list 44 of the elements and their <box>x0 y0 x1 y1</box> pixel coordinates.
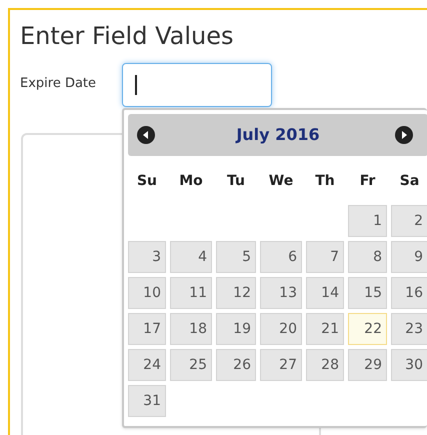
day-cell[interactable]: 26 <box>216 349 256 381</box>
day-cell[interactable]: 22 <box>348 313 387 345</box>
day-cell[interactable]: 21 <box>306 313 344 345</box>
day-cell[interactable]: 16 <box>391 277 427 309</box>
day-cell[interactable]: 14 <box>306 277 344 309</box>
day-cell[interactable]: 31 <box>128 385 166 417</box>
next-month-icon[interactable] <box>395 126 413 144</box>
day-cell[interactable]: 5 <box>216 241 256 273</box>
weekday-header: Tu <box>226 172 246 190</box>
day-cell[interactable]: 15 <box>348 277 387 309</box>
day-cell[interactable]: 28 <box>306 349 344 381</box>
day-cell[interactable]: 27 <box>260 349 302 381</box>
day-cell[interactable]: 7 <box>306 241 344 273</box>
day-cell[interactable]: 24 <box>128 349 166 381</box>
day-cell[interactable]: 13 <box>260 277 302 309</box>
day-cell[interactable]: 1 <box>348 205 387 237</box>
month-title: July 2016 <box>236 124 320 146</box>
day-cell[interactable]: 18 <box>170 313 212 345</box>
day-cell[interactable]: 17 <box>128 313 166 345</box>
weekday-header: We <box>268 172 294 190</box>
weekday-header: Fr <box>358 172 376 190</box>
day-cell[interactable]: 3 <box>128 241 166 273</box>
day-cell[interactable]: 2 <box>391 205 427 237</box>
day-cell[interactable]: 25 <box>170 349 212 381</box>
day-cell[interactable]: 11 <box>170 277 212 309</box>
previous-month-icon[interactable] <box>137 126 155 144</box>
weekday-header: Su <box>136 172 158 190</box>
day-cell[interactable]: 4 <box>170 241 212 273</box>
day-cell[interactable]: 19 <box>216 313 256 345</box>
date-input[interactable] <box>122 63 272 107</box>
day-cell[interactable]: 6 <box>260 241 302 273</box>
day-cell[interactable]: 9 <box>391 241 427 273</box>
dialog-title: Enter Field Values <box>20 21 234 52</box>
weekday-header: Th <box>314 172 336 190</box>
day-cell[interactable]: 30 <box>391 349 427 381</box>
day-cell[interactable]: 12 <box>216 277 256 309</box>
weekday-header: Sa <box>398 172 420 190</box>
day-cell[interactable]: 20 <box>260 313 302 345</box>
weekday-header: Mo <box>178 172 204 190</box>
field-label: Expire Date <box>20 75 96 93</box>
day-cell[interactable]: 8 <box>348 241 387 273</box>
day-cell[interactable]: 23 <box>391 313 427 345</box>
day-cell[interactable]: 10 <box>128 277 166 309</box>
day-cell[interactable]: 29 <box>348 349 387 381</box>
